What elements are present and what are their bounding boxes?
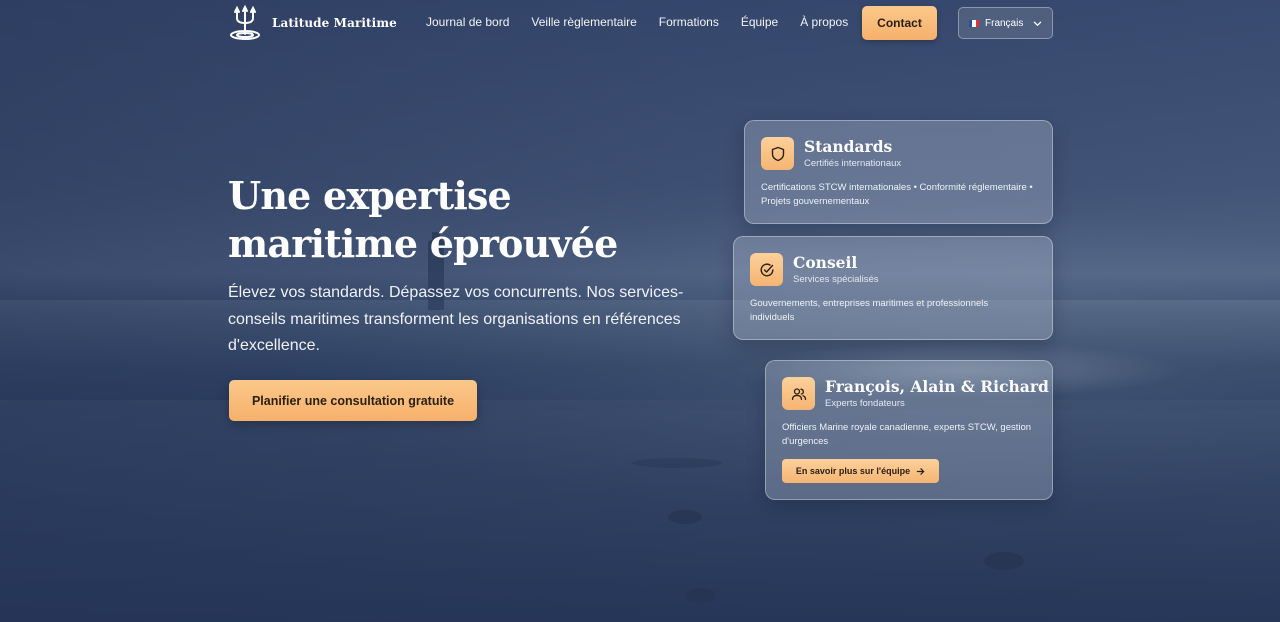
hero-subtitle: Élevez vos standards. Dépassez vos concu… <box>228 284 684 354</box>
chevron-down-icon <box>1033 21 1042 26</box>
top-navbar: Latitude Maritime Journal de bord Veille… <box>0 0 1280 46</box>
card-body: Gouvernements, entreprises maritimes et … <box>750 298 989 323</box>
nav-link-equipe[interactable]: Équipe <box>741 15 778 29</box>
users-icon <box>782 377 815 410</box>
contact-button[interactable]: Contact <box>862 6 937 40</box>
nav-link-a-propos[interactable]: À propos <box>800 15 848 29</box>
french-flag-icon <box>969 19 979 27</box>
language-selector[interactable]: Français <box>958 7 1053 39</box>
team-learn-more-button[interactable]: En savoir plus sur l'équipe <box>782 459 939 483</box>
arrow-right-icon <box>916 467 925 475</box>
shield-icon <box>761 137 794 170</box>
card-title: Conseil <box>793 253 858 272</box>
nav-link-formations[interactable]: Formations <box>659 15 719 29</box>
brand-name: Latitude Maritime <box>272 16 397 30</box>
card-title: François, Alain & Richard <box>825 377 1049 396</box>
conseil-card: Conseil Services spécialisés Gouvernemen… <box>733 236 1053 340</box>
card-body: Certifications STCW internationales • Co… <box>761 182 1033 207</box>
card-body: Officiers Marine royale canadienne, expe… <box>782 422 1032 447</box>
card-subtitle: Certifiés internationaux <box>804 158 902 169</box>
language-label: Français <box>985 17 1024 29</box>
card-subtitle: Experts fondateurs <box>825 398 905 409</box>
trident-logo-icon <box>230 4 260 40</box>
main-nav: Journal de bord Veille règlementaire For… <box>426 15 870 29</box>
founders-card: François, Alain & Richard Experts fondat… <box>765 360 1053 500</box>
free-consultation-button[interactable]: Planifier une consultation gratuite <box>229 380 477 421</box>
brand-logo[interactable]: Latitude Maritime <box>228 4 397 42</box>
nav-link-journal[interactable]: Journal de bord <box>426 15 509 29</box>
check-circle-icon <box>750 253 783 286</box>
hero-title: Une expertise maritime éprouvée <box>228 173 618 266</box>
nav-link-veille[interactable]: Veille règlementaire <box>531 15 636 29</box>
card-title: Standards <box>804 137 893 156</box>
card-subtitle: Services spécialisés <box>793 274 879 285</box>
standards-card: Standards Certifiés internationaux Certi… <box>744 120 1053 224</box>
team-button-label: En savoir plus sur l'équipe <box>795 466 911 476</box>
